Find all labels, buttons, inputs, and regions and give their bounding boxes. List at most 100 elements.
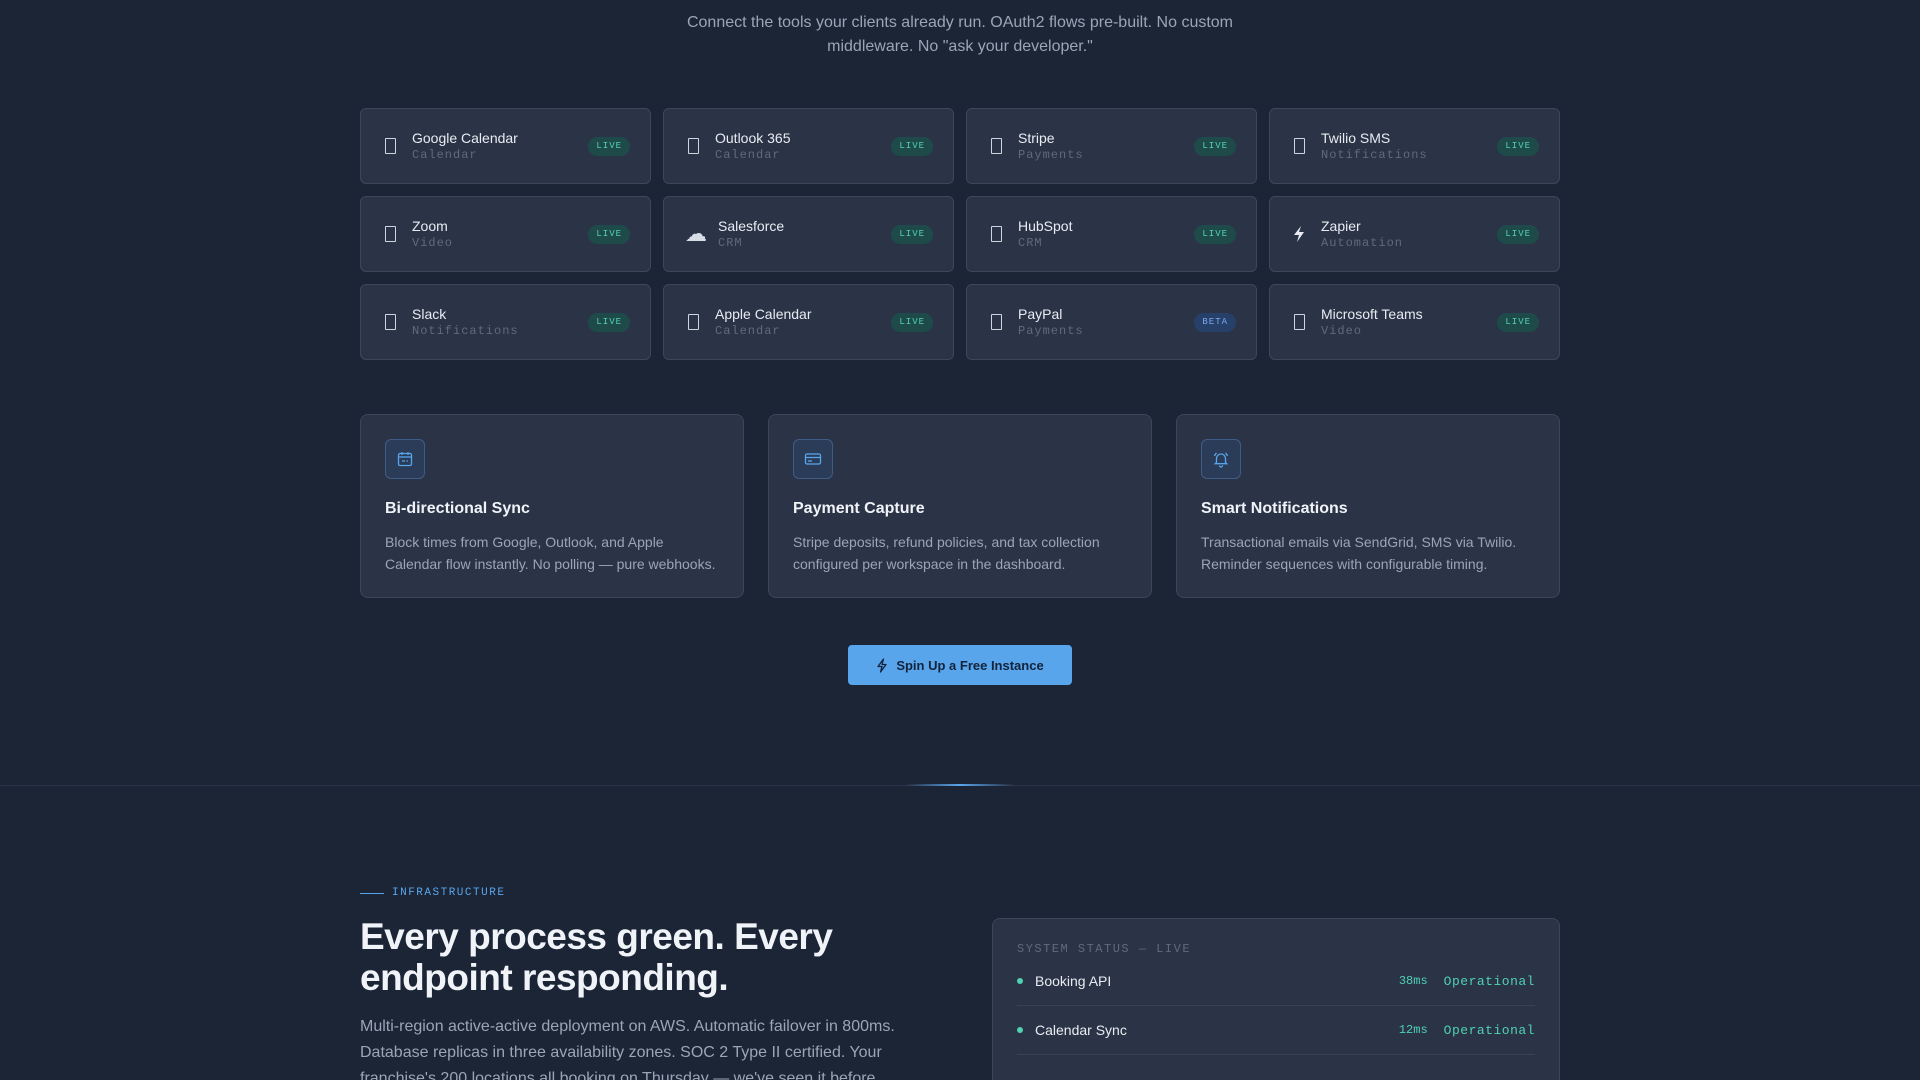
- bell-icon: [1201, 439, 1241, 479]
- integration-category: Automation: [1321, 235, 1404, 250]
- status-dot: [1017, 978, 1023, 984]
- integration-card-outlook-365[interactable]: Outlook 365 Calendar LIVE: [663, 108, 954, 184]
- credit-card-icon: [793, 439, 833, 479]
- feature-description: Block times from Google, Outlook, and Ap…: [385, 531, 719, 575]
- integration-card-hubspot[interactable]: HubSpot CRM LIVE: [966, 196, 1257, 272]
- status-badge: LIVE: [1194, 224, 1236, 244]
- integration-card-paypal[interactable]: PayPal Payments BETA: [966, 284, 1257, 360]
- status-row-booking-api[interactable]: Booking API 38ms Operational: [1017, 957, 1535, 1006]
- integration-category: CRM: [718, 235, 743, 250]
- integration-name: Salesforce: [718, 217, 785, 234]
- teams-icon: [1292, 314, 1306, 330]
- integration-category: Calendar: [715, 323, 781, 338]
- integration-name: Twilio SMS: [1321, 129, 1391, 146]
- feature-description-line: Transactional emails via SendGrid, SMS v…: [1201, 534, 1517, 550]
- integration-category: Notifications: [1321, 147, 1428, 162]
- integration-name: PayPal: [1018, 305, 1063, 322]
- hubspot-icon: [989, 226, 1003, 242]
- eyebrow-line: [360, 892, 384, 894]
- divider-accent: [905, 784, 1015, 786]
- lightning-icon: [1292, 225, 1306, 243]
- feature-description-line: Calendar flow instantly. No polling — pu…: [385, 556, 716, 572]
- feature-title: Bi-directional Sync: [385, 500, 530, 517]
- integration-name: Slack: [412, 305, 447, 322]
- infrastructure-description: Multi-region active-active deployment on…: [360, 1014, 920, 1080]
- feature-description: Stripe deposits, refund policies, and ta…: [793, 531, 1127, 575]
- service-name: Booking API: [1035, 973, 1112, 989]
- feature-description-line: Stripe deposits, refund policies, and ta…: [793, 534, 1100, 550]
- calendar-icon: [385, 439, 425, 479]
- status-badge: LIVE: [1497, 224, 1539, 244]
- integration-category: Payments: [1018, 147, 1084, 162]
- feature-description: Transactional emails via SendGrid, SMS v…: [1201, 531, 1535, 575]
- integration-category: Notifications: [412, 323, 519, 338]
- integration-card-stripe[interactable]: Stripe Payments LIVE: [966, 108, 1257, 184]
- sms-icon: [1292, 138, 1306, 154]
- integration-category: Video: [1321, 323, 1363, 338]
- status-badge: LIVE: [1497, 312, 1539, 332]
- integration-category: CRM: [1018, 235, 1043, 250]
- integration-card-apple-calendar[interactable]: Apple Calendar Calendar LIVE: [663, 284, 954, 360]
- description-line: Multi-region active-active deployment on…: [360, 1018, 895, 1035]
- outlook-icon: [686, 138, 700, 154]
- integration-card-zoom[interactable]: Zoom Video LIVE: [360, 196, 651, 272]
- service-state: Operational: [1443, 1022, 1535, 1038]
- feature-title: Smart Notifications: [1201, 500, 1348, 517]
- zoom-icon: [383, 226, 397, 242]
- section-eyebrow: INFRASTRUCTURE: [360, 887, 505, 899]
- infrastructure-heading: Every process green. Every endpoint resp…: [360, 916, 920, 998]
- description-line: franchise's 200 locations all booking on…: [360, 1070, 880, 1080]
- status-badge: LIVE: [588, 136, 630, 156]
- heading-line: endpoint responding.: [360, 957, 729, 998]
- status-badge: LIVE: [1194, 136, 1236, 156]
- spin-up-instance-button[interactable]: Spin Up a Free Instance: [848, 645, 1072, 685]
- feature-card-payment: Payment Capture Stripe deposits, refund …: [768, 414, 1152, 598]
- status-dot: [1017, 1027, 1023, 1033]
- heading-line: Every process green. Every: [360, 916, 833, 957]
- calendar-icon: [383, 138, 397, 154]
- service-state: Operational: [1443, 973, 1535, 989]
- status-badge: LIVE: [1497, 136, 1539, 156]
- integration-name: Microsoft Teams: [1321, 305, 1423, 322]
- description-line: Database replicas in three availability …: [360, 1044, 882, 1061]
- status-badge: LIVE: [891, 224, 933, 244]
- intro-text: Connect the tools your clients already r…: [560, 11, 1360, 59]
- integration-category: Video: [412, 235, 454, 250]
- status-badge: LIVE: [588, 224, 630, 244]
- page: Connect the tools your clients already r…: [0, 0, 1920, 1080]
- feature-cards: Bi-directional Sync Block times from Goo…: [360, 414, 1560, 598]
- feature-card-notifications: Smart Notifications Transactional emails…: [1176, 414, 1560, 598]
- status-heading: SYSTEM STATUS — LIVE: [1017, 942, 1192, 956]
- status-badge: BETA: [1194, 312, 1236, 332]
- status-badge: LIVE: [891, 136, 933, 156]
- feature-title: Payment Capture: [793, 500, 925, 517]
- integration-name: Zapier: [1321, 217, 1361, 234]
- stripe-icon: [989, 138, 1003, 154]
- integration-name: HubSpot: [1018, 217, 1073, 234]
- service-name: Calendar Sync: [1035, 1022, 1127, 1038]
- status-row-calendar-sync[interactable]: Calendar Sync 12ms Operational: [1017, 1006, 1535, 1055]
- cloud-icon: ☁: [685, 221, 707, 246]
- feature-card-sync: Bi-directional Sync Block times from Goo…: [360, 414, 744, 598]
- integration-category: Payments: [1018, 323, 1084, 338]
- cta-label: Spin Up a Free Instance: [896, 657, 1044, 673]
- integrations-grid: Google Calendar Calendar LIVE Outlook 36…: [360, 108, 1560, 360]
- apple-calendar-icon: [686, 314, 700, 330]
- feature-description-line: Block times from Google, Outlook, and Ap…: [385, 534, 664, 550]
- intro-line-1: Connect the tools your clients already r…: [686, 14, 1234, 31]
- integration-card-twilio-sms[interactable]: Twilio SMS Notifications LIVE: [1269, 108, 1560, 184]
- integration-category: Calendar: [412, 147, 478, 162]
- system-status-panel: SYSTEM STATUS — LIVE Booking API 38ms Op…: [992, 918, 1560, 1080]
- integration-card-microsoft-teams[interactable]: Microsoft Teams Video LIVE: [1269, 284, 1560, 360]
- integration-card-salesforce[interactable]: ☁ Salesforce CRM LIVE: [663, 196, 954, 272]
- integration-name: Google Calendar: [412, 129, 518, 146]
- intro-line-2: middleware. No "ask your developer.": [827, 38, 1093, 55]
- integration-card-zapier[interactable]: Zapier Automation LIVE: [1269, 196, 1560, 272]
- lightning-icon: [876, 657, 888, 673]
- slack-icon: [383, 314, 397, 330]
- integration-card-slack[interactable]: Slack Notifications LIVE: [360, 284, 651, 360]
- integration-name: Stripe: [1018, 129, 1055, 146]
- integration-card-google-calendar[interactable]: Google Calendar Calendar LIVE: [360, 108, 651, 184]
- integration-category: Calendar: [715, 147, 781, 162]
- integration-name: Apple Calendar: [715, 305, 812, 322]
